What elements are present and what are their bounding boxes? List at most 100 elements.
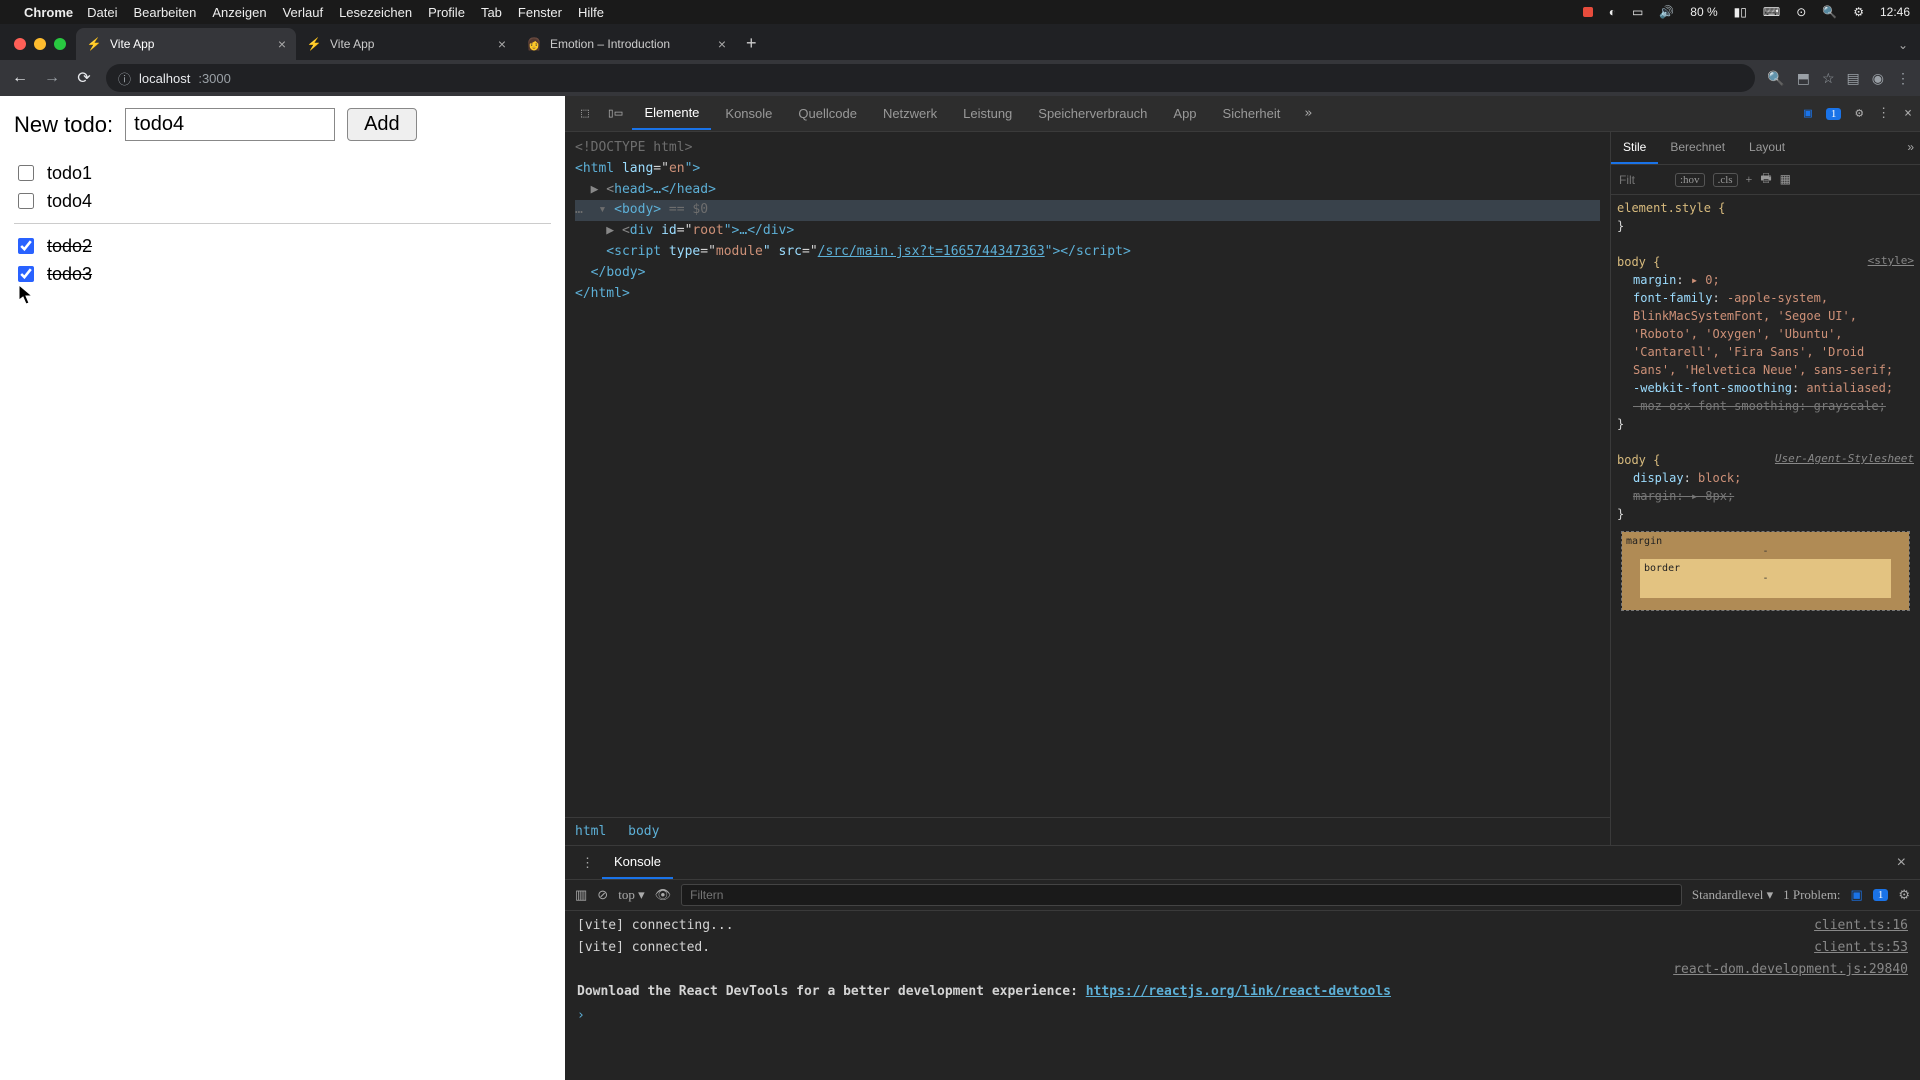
tab-close-icon[interactable]: ×	[498, 36, 506, 52]
new-tab-button[interactable]: +	[736, 33, 767, 60]
todo-checkbox[interactable]	[18, 266, 34, 282]
breadcrumb-item[interactable]: body	[628, 824, 659, 839]
issues-count[interactable]: 1	[1826, 108, 1842, 120]
profile-avatar-icon[interactable]: ◉	[1872, 70, 1884, 87]
todo-checkbox[interactable]	[18, 238, 34, 254]
new-style-rule-icon[interactable]: +	[1746, 172, 1753, 187]
print-media-icon[interactable]: 🖶	[1760, 169, 1771, 190]
problems-count[interactable]: 1	[1873, 889, 1889, 901]
bookmark-star-icon[interactable]: ☆	[1822, 70, 1835, 87]
tab-close-icon[interactable]: ×	[718, 36, 726, 52]
style-rule[interactable]: element.style { }	[1617, 199, 1914, 235]
app-name[interactable]: Chrome	[24, 5, 73, 20]
nav-forward-button[interactable]: →	[42, 69, 62, 87]
dom-line[interactable]: <html lang="en">	[575, 159, 1600, 180]
status-sync-icon[interactable]: ◐	[1609, 5, 1616, 19]
dom-tree[interactable]: <!DOCTYPE html> <html lang="en"> ▶ <head…	[565, 132, 1610, 817]
devtools-tab-sources[interactable]: Quellcode	[786, 98, 869, 129]
dom-line[interactable]: ▶ <div id="root">…</div>	[575, 221, 1600, 242]
styles-body[interactable]: element.style { } <style> body { margin:…	[1611, 195, 1920, 845]
console-settings-icon[interactable]: ⚙	[1898, 887, 1910, 903]
devtools-tab-console[interactable]: Konsole	[713, 98, 784, 129]
box-model[interactable]: margin - border -	[1621, 531, 1910, 611]
battery-icon[interactable]: ▮▯	[1734, 5, 1747, 19]
browser-tab-2[interactable]: ⚡ Vite App ×	[296, 28, 516, 60]
nav-back-button[interactable]: ←	[10, 69, 30, 87]
devtools-tab-network[interactable]: Netzwerk	[871, 98, 949, 129]
chrome-menu-icon[interactable]: ⋮	[1896, 70, 1910, 87]
console-link[interactable]: https://reactjs.org/link/react-devtools	[1086, 984, 1391, 999]
console-prompt[interactable]: ›	[565, 1003, 1920, 1029]
url-field[interactable]: ⓘ localhost:3000	[106, 64, 1755, 92]
devtools-tab-elements[interactable]: Elemente	[632, 97, 711, 130]
dom-line[interactable]: </body>	[575, 263, 1600, 284]
style-rule[interactable]: <style> body { margin: ▸ 0; font-family:…	[1617, 253, 1914, 433]
style-rule[interactable]: User-Agent-Stylesheet body { display: bl…	[1617, 451, 1914, 523]
console-output[interactable]: [vite] connecting... client.ts:16 [vite]…	[565, 911, 1920, 1080]
menu-view[interactable]: Anzeigen	[212, 5, 266, 20]
zoom-icon[interactable]: 🔍	[1767, 70, 1784, 87]
side-panel-icon[interactable]: ▤	[1847, 70, 1860, 87]
console-level-select[interactable]: Standardlevel ▾	[1692, 887, 1773, 903]
devtools-tabs-more-icon[interactable]: »	[1294, 106, 1322, 121]
add-button[interactable]: Add	[347, 108, 417, 141]
site-info-icon[interactable]: ⓘ	[118, 69, 131, 88]
console-source-link[interactable]: client.ts:53	[1814, 937, 1908, 959]
window-minimize-button[interactable]	[34, 38, 46, 50]
todo-checkbox[interactable]	[18, 165, 34, 181]
menu-tab[interactable]: Tab	[481, 5, 502, 20]
tab-overflow-icon[interactable]: ⌄	[1898, 38, 1920, 60]
inspect-element-icon[interactable]: ⬚	[573, 106, 597, 121]
dom-line[interactable]: <script type="module" src="/src/main.jsx…	[575, 242, 1600, 263]
devtools-tab-performance[interactable]: Leistung	[951, 98, 1024, 129]
clock[interactable]: 12:46	[1880, 5, 1910, 19]
menu-bookmarks[interactable]: Lesezeichen	[339, 5, 412, 20]
console-clear-icon[interactable]: ⊘	[597, 887, 608, 903]
styles-tab-styles[interactable]: Stile	[1611, 132, 1658, 164]
menu-file[interactable]: Datei	[87, 5, 117, 20]
status-rec-icon[interactable]	[1583, 7, 1593, 17]
browser-tab-3[interactable]: 👩 Emotion – Introduction ×	[516, 28, 736, 60]
device-toolbar-icon[interactable]: ▯▭	[599, 106, 631, 121]
problems-icon[interactable]: ▣	[1851, 887, 1863, 903]
drawer-close-icon[interactable]: ×	[1891, 854, 1912, 872]
cls-toggle[interactable]: .cls	[1713, 173, 1738, 187]
console-context[interactable]: top ▾	[618, 887, 644, 903]
styles-filter-input[interactable]	[1617, 172, 1667, 188]
console-sidebar-icon[interactable]: ▥	[575, 887, 587, 903]
install-app-icon[interactable]: ⬒	[1797, 70, 1810, 87]
menu-profiles[interactable]: Profile	[428, 5, 465, 20]
style-source-link[interactable]: <style>	[1868, 253, 1914, 270]
styles-tab-computed[interactable]: Berechnet	[1658, 132, 1737, 164]
tab-close-icon[interactable]: ×	[278, 36, 286, 52]
browser-tab-1[interactable]: ⚡ Vite App ×	[76, 28, 296, 60]
live-expression-icon[interactable]: 👁	[655, 887, 672, 903]
dom-line-selected[interactable]: … ▾ <body> == $0	[575, 200, 1600, 221]
dom-line[interactable]: </html>	[575, 284, 1600, 305]
drawer-menu-icon[interactable]: ⋮	[573, 855, 602, 871]
status-keyboard-icon[interactable]: ⌨	[1763, 5, 1780, 19]
devtools-menu-icon[interactable]: ⋮	[1877, 106, 1890, 121]
todo-checkbox[interactable]	[18, 193, 34, 209]
window-close-button[interactable]	[14, 38, 26, 50]
menu-history[interactable]: Verlauf	[283, 5, 323, 20]
console-source-link[interactable]: client.ts:16	[1814, 915, 1908, 937]
console-source-link[interactable]: react-dom.development.js:29840	[1673, 959, 1908, 981]
hov-toggle[interactable]: :hov	[1675, 173, 1705, 187]
window-zoom-button[interactable]	[54, 38, 66, 50]
styles-tabs-more-icon[interactable]: »	[1901, 132, 1920, 164]
devtools-settings-icon[interactable]: ⚙	[1855, 106, 1863, 121]
new-todo-input[interactable]	[125, 108, 335, 141]
dom-line[interactable]: ▶ <head>…</head>	[575, 180, 1600, 201]
devtools-close-icon[interactable]: ×	[1904, 106, 1912, 121]
status-volume-icon[interactable]: 🔊	[1659, 5, 1674, 19]
wifi-icon[interactable]: ⊙	[1796, 5, 1806, 19]
menu-help[interactable]: Hilfe	[578, 5, 604, 20]
control-center-icon[interactable]: ⚙	[1853, 5, 1864, 19]
menu-window[interactable]: Fenster	[518, 5, 562, 20]
styles-tab-layout[interactable]: Layout	[1737, 132, 1797, 164]
dom-line[interactable]: <!DOCTYPE html>	[575, 138, 1600, 159]
nav-reload-button[interactable]: ⟳	[74, 68, 94, 88]
console-filter-input[interactable]	[681, 884, 1682, 906]
spotlight-icon[interactable]: 🔍	[1822, 5, 1837, 19]
